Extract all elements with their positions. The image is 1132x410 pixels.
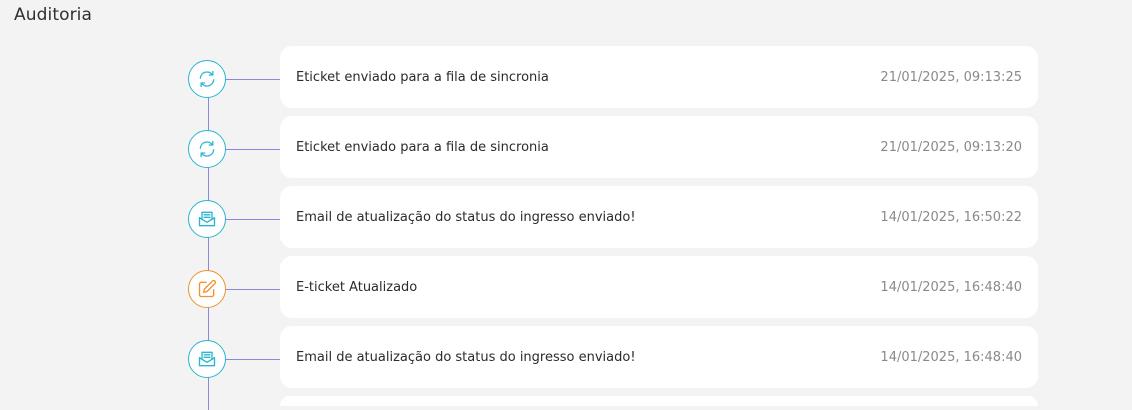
timeline-node [188, 200, 226, 238]
sync-icon [197, 69, 217, 89]
audit-timestamp: 14/01/2025, 16:48:40 [880, 349, 1022, 365]
audit-message: E-ticket Atualizado [296, 279, 418, 295]
audit-card: E-ticket Atualizado 14/01/2025, 16:48:40 [280, 256, 1038, 318]
audit-message: Eticket enviado para a fila de sincronia [296, 139, 549, 155]
timeline-entry: Email de atualização do status do ingres… [0, 326, 1132, 388]
timeline-entry: Email de atualização do status do ingres… [0, 186, 1132, 248]
audit-timeline: Eticket enviado para a fila de sincronia… [0, 0, 1132, 410]
edit-icon [197, 279, 217, 299]
audit-card-partial [280, 396, 1038, 406]
audit-card: Email de atualização do status do ingres… [280, 186, 1038, 248]
email-icon [197, 209, 217, 229]
audit-timestamp: 21/01/2025, 09:13:20 [880, 139, 1022, 155]
audit-message: Eticket enviado para a fila de sincronia [296, 69, 549, 85]
audit-timestamp: 14/01/2025, 16:50:22 [880, 209, 1022, 225]
sync-icon [197, 139, 217, 159]
email-icon [197, 349, 217, 369]
audit-card: Eticket enviado para a fila de sincronia… [280, 116, 1038, 178]
timeline-node [188, 340, 226, 378]
audit-timestamp: 14/01/2025, 16:48:40 [880, 279, 1022, 295]
audit-card: Eticket enviado para a fila de sincronia… [280, 46, 1038, 108]
timeline-node [188, 270, 226, 308]
audit-timestamp: 21/01/2025, 09:13:25 [880, 69, 1022, 85]
timeline-node [188, 60, 226, 98]
audit-message: Email de atualização do status do ingres… [296, 349, 636, 365]
audit-card: Email de atualização do status do ingres… [280, 326, 1038, 388]
timeline-node [188, 130, 226, 168]
audit-message: Email de atualização do status do ingres… [296, 209, 636, 225]
timeline-entry: Eticket enviado para a fila de sincronia… [0, 116, 1132, 178]
timeline-entry: E-ticket Atualizado 14/01/2025, 16:48:40 [0, 256, 1132, 318]
timeline-entry: Eticket enviado para a fila de sincronia… [0, 46, 1132, 108]
